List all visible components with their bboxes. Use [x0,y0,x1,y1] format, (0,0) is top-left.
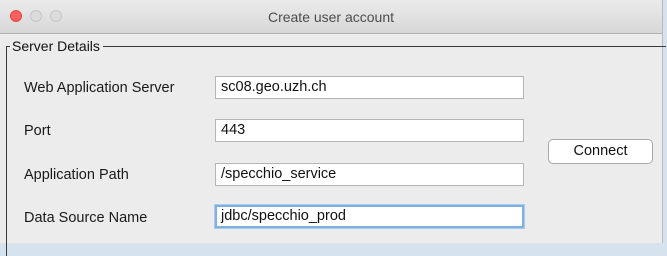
web-application-server-input[interactable]: sc08.geo.uzh.ch [215,76,524,99]
port-input[interactable]: 443 [215,119,524,142]
connect-button[interactable]: Connect [548,139,653,164]
web-application-server-label: Web Application Server [24,80,175,96]
server-details-legend: Server Details [10,37,103,55]
application-path-input[interactable]: /specchio_service [215,163,524,186]
window-title: Create user account [267,9,395,25]
title-bar: Create user account [0,0,662,34]
data-source-name-input[interactable]: jdbc/specchio_prod [215,205,524,228]
application-path-label: Application Path [24,167,129,183]
data-source-name-label: Data Source Name [24,210,148,226]
port-label: Port [24,123,51,139]
create-user-account-window: Create user account Server Details Web A… [0,0,666,256]
